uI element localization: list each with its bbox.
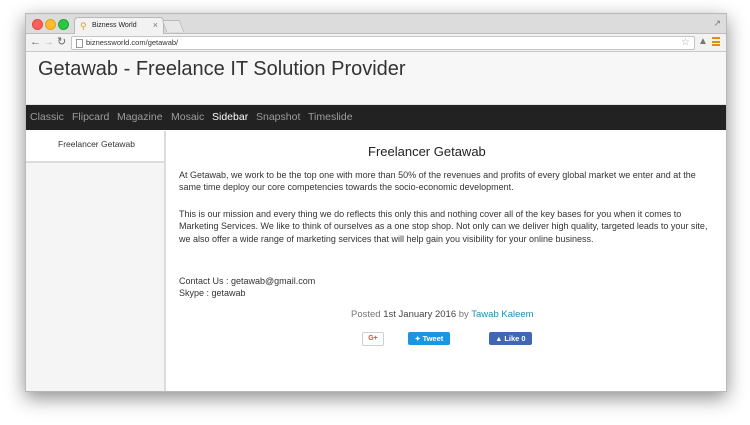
tweet-label: Tweet	[422, 334, 444, 343]
facebook-like-button[interactable]: ▲ Like 0	[489, 332, 532, 345]
twitter-bird-icon: ✦	[414, 336, 421, 343]
close-icon[interactable]: ×	[153, 20, 158, 31]
web-page: Getawab - Freelance IT Solution Provider…	[26, 52, 726, 391]
skype-line: Skype : getawab	[179, 288, 246, 299]
gplus-share-button[interactable]: G+	[362, 332, 384, 346]
new-tab-button[interactable]	[161, 20, 185, 32]
nav-item-flipcard[interactable]: Flipcard	[72, 111, 109, 124]
extension-icon[interactable]: ▲	[698, 35, 708, 49]
posted-label: Posted	[351, 309, 381, 320]
post-paragraph-1: At Getawab, we work to be the top one wi…	[179, 170, 696, 193]
nav-item-magazine[interactable]: Magazine	[117, 111, 163, 124]
site-header: Getawab - Freelance IT Solution Provider	[26, 52, 726, 105]
sidebar: Freelancer Getawab	[26, 131, 166, 391]
like-label: Like 0	[504, 334, 526, 343]
post-date: 1st January 2016	[383, 309, 457, 320]
minimize-window-button[interactable]	[45, 19, 56, 30]
browser-toolbar: ← → ↻ biznessworld.com/getawab/ ☆ ▲	[26, 34, 726, 52]
thumbs-up-icon: ▲	[495, 336, 503, 343]
nav-item-sidebar[interactable]: Sidebar	[212, 111, 248, 124]
contact-line: Contact Us : getawab@gmail.com	[179, 276, 316, 286]
pin-icon: ⚲	[80, 21, 87, 31]
sidebar-item-label[interactable]: Freelancer Getawab	[58, 139, 135, 150]
nav-item-timeslide[interactable]: Timeslide	[308, 111, 353, 124]
tab-strip: ⚲ Bizness World × ↗	[26, 14, 726, 34]
reload-icon[interactable]: ↻	[57, 35, 66, 49]
by-label: by	[458, 309, 469, 320]
site-title[interactable]: Getawab - Freelance IT Solution Provider	[38, 57, 406, 81]
author-link[interactable]: Tawab Kaleem	[471, 309, 533, 320]
menu-icon[interactable]	[712, 37, 720, 46]
back-icon[interactable]: ←	[30, 35, 41, 49]
post-contact: Contact Us : getawab@gmail.com Skype : g…	[179, 275, 714, 300]
resize-icon[interactable]: ↗	[713, 17, 721, 29]
post-paragraph-2: This is our mission and every thing we d…	[179, 209, 708, 244]
browser-window: ⚲ Bizness World × ↗ ← → ↻ biznessworld.c…	[25, 13, 727, 392]
nav-item-classic[interactable]: Classic	[30, 111, 64, 124]
browser-tab[interactable]: ⚲ Bizness World ×	[74, 17, 164, 34]
sidebar-item-freelancer-getawab[interactable]: Freelancer Getawab	[26, 131, 164, 163]
tweet-button[interactable]: ✦ Tweet	[408, 332, 450, 345]
post-title: Freelancer Getawab	[368, 144, 486, 159]
address-bar[interactable]: biznessworld.com/getawab/ ☆	[71, 36, 695, 50]
nav-item-snapshot[interactable]: Snapshot	[256, 111, 300, 124]
tab-title: Bizness World	[92, 22, 137, 29]
page-icon	[76, 39, 83, 48]
forward-icon[interactable]: →	[43, 35, 54, 49]
maximize-window-button[interactable]	[58, 19, 69, 30]
bookmark-star-icon[interactable]: ☆	[681, 36, 690, 49]
nav-item-mosaic[interactable]: Mosaic	[171, 111, 204, 124]
post-meta: Posted 1st January 2016 by Tawab Kaleem	[351, 309, 534, 321]
close-window-button[interactable]	[32, 19, 43, 30]
url-text[interactable]: biznessworld.com/getawab/	[86, 37, 178, 49]
navbar: Classic Flipcard Magazine Mosaic Sidebar…	[26, 105, 726, 130]
